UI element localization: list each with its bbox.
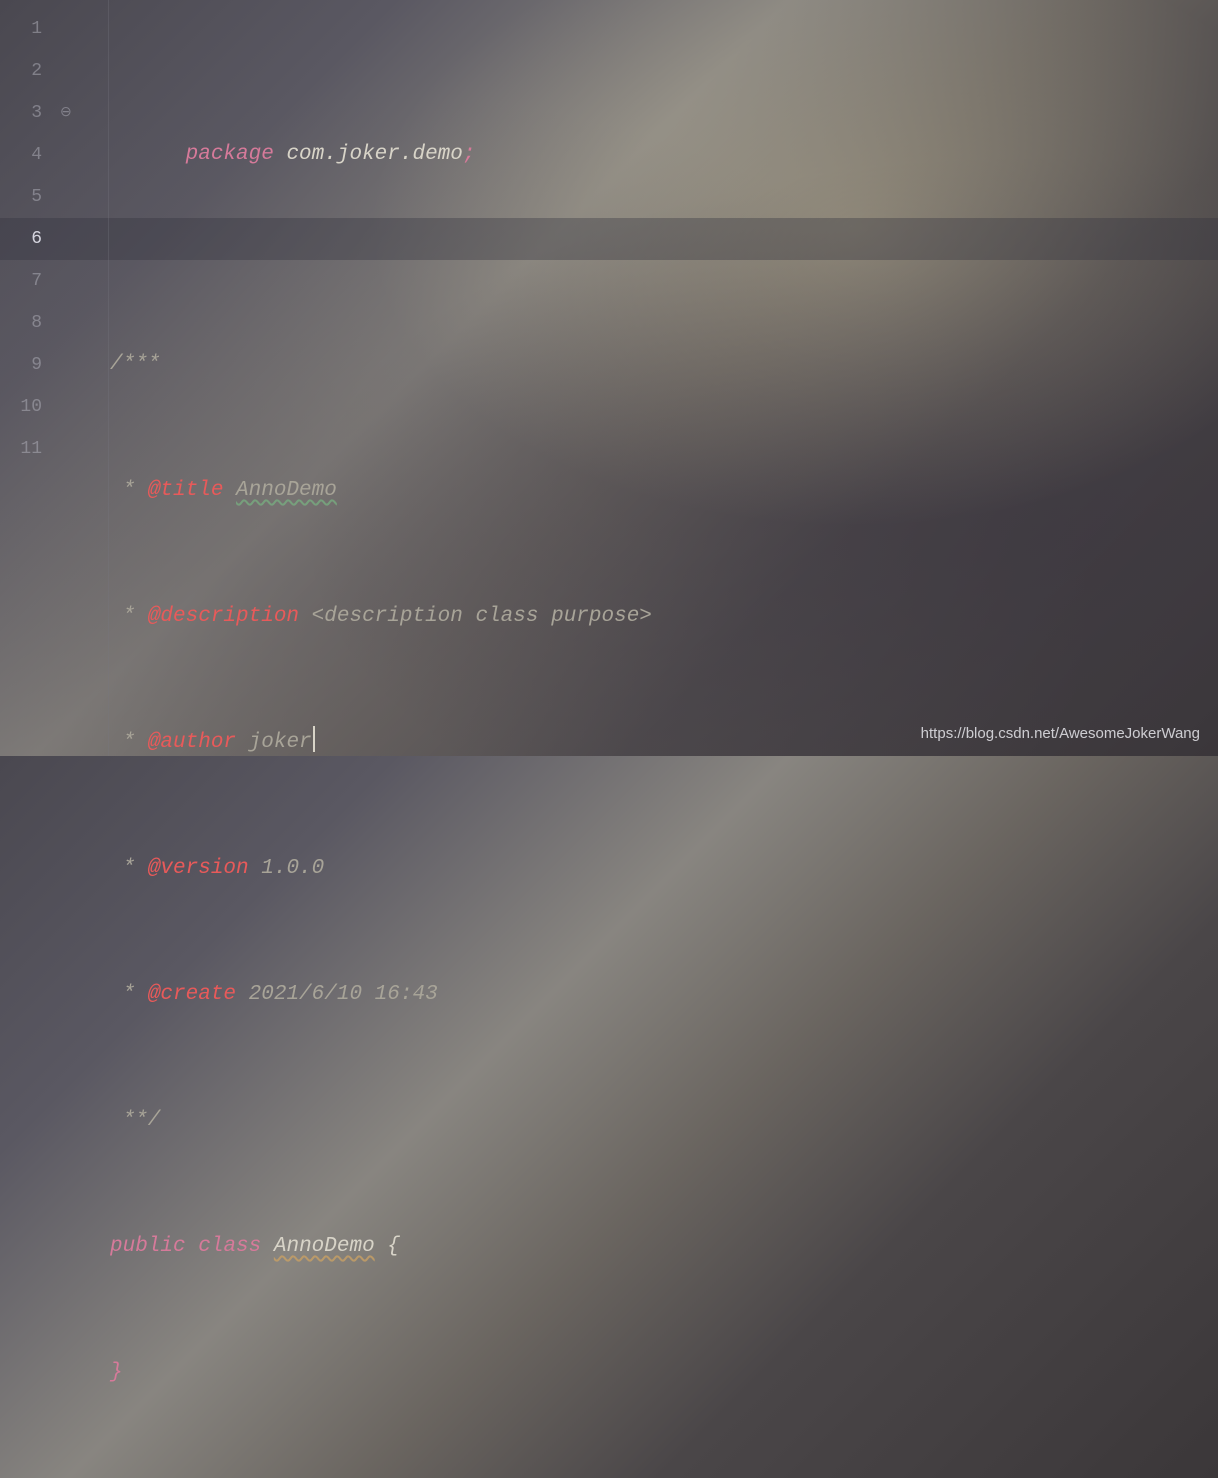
line-number: 7 <box>0 260 42 302</box>
keyword-package: package <box>186 143 274 166</box>
line-number: 1 <box>0 8 42 50</box>
docval-title: AnnoDemo <box>236 479 337 502</box>
keyword-class: class <box>198 1235 261 1258</box>
code-line: * @create 2021/6/10 16:43 <box>110 974 1218 1016</box>
line-number: 10 <box>0 386 42 428</box>
doctag-author: @author <box>148 731 236 754</box>
watermark-url: https://blog.csdn.net/AwesomeJokerWang <box>921 725 1200 742</box>
line-number-gutter: 1 2 3 4 5 6 7 8 9 10 11 <box>0 0 60 756</box>
javadoc-close: **/ <box>110 1109 160 1132</box>
package-name: com.joker.demo <box>286 143 462 166</box>
brace-close: } <box>110 1361 123 1384</box>
docval-author: joker <box>249 731 312 754</box>
semicolon: ; <box>463 143 476 166</box>
line-number: 2 <box>0 50 42 92</box>
doctag-create: @create <box>148 983 236 1006</box>
keyword-public: public <box>110 1235 186 1258</box>
code-area[interactable]: package com.joker.demo; /*** * @title An… <box>110 0 1218 756</box>
code-line: /*** <box>110 344 1218 386</box>
class-name: AnnoDemo <box>274 1235 375 1258</box>
code-line: * @description <description class purpos… <box>110 596 1218 638</box>
code-line: **/ <box>110 1100 1218 1142</box>
code-line: } <box>110 1352 1218 1394</box>
code-editor[interactable]: 1 2 3 4 5 6 7 8 9 10 11 ⊖ package com.jo… <box>0 0 1218 756</box>
code-line: * @title AnnoDemo <box>110 470 1218 512</box>
docval-description: <description class purpose> <box>312 605 652 628</box>
docval-version: 1.0.0 <box>261 857 324 880</box>
doctag-description: @description <box>148 605 299 628</box>
fold-toggle-icon[interactable]: ⊖ <box>60 92 72 134</box>
docval-create: 2021/6/10 16:43 <box>249 983 438 1006</box>
line-number: 9 <box>0 344 42 386</box>
line-number: 3 <box>0 92 42 134</box>
line-number: 4 <box>0 134 42 176</box>
doctag-version: @version <box>148 857 249 880</box>
code-line: package com.joker.demo; <box>110 92 1218 134</box>
line-number: 5 <box>0 176 42 218</box>
line-number: 8 <box>0 302 42 344</box>
text-cursor <box>313 726 315 752</box>
line-number: 11 <box>0 428 42 470</box>
fold-column: ⊖ <box>60 0 110 756</box>
doctag-title: @title <box>148 479 224 502</box>
brace-open: { <box>387 1235 400 1258</box>
javadoc-open: /*** <box>110 353 160 376</box>
code-line: public class AnnoDemo { <box>110 1226 1218 1268</box>
code-line: * @version 1.0.0 <box>110 848 1218 890</box>
line-number-current: 6 <box>0 218 42 260</box>
code-line <box>110 218 1218 260</box>
